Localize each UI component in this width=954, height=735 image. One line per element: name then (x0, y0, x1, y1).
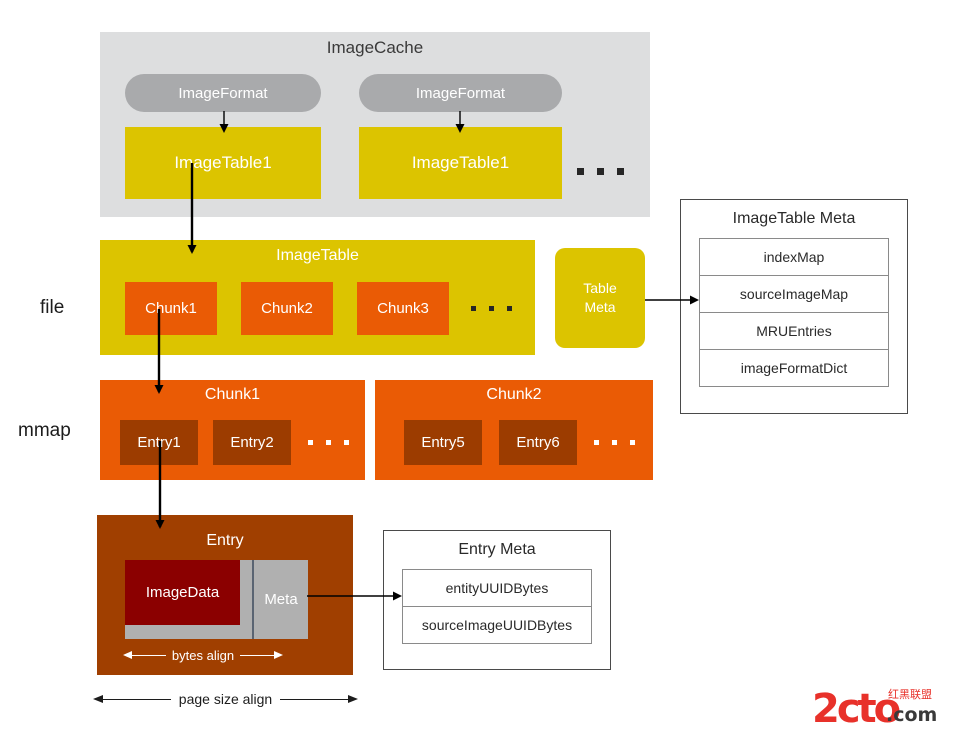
chunk-box-3-label: Chunk3 (377, 300, 429, 317)
entry-box-5: Entry5 (404, 420, 482, 465)
meta-row-sourceimagemap: sourceImageMap (700, 276, 888, 313)
mmap-chunk-2: Chunk2 Entry5 Entry6 (375, 380, 653, 480)
entry-meta-block: Meta (254, 560, 308, 639)
diagram-canvas: file mmap ImageCache ImageFormat ImageFo… (0, 0, 954, 735)
imagecache-title: ImageCache (326, 38, 424, 57)
entry-box-2: Entry2 (213, 420, 291, 465)
imagetable-meta-title: ImageTable Meta (732, 210, 856, 227)
watermark-chinese: 红黑联盟 (888, 688, 932, 701)
imagecache-ellipsis (577, 168, 624, 175)
chunk-box-2-label: Chunk2 (261, 300, 313, 317)
imagetable-container: ImageTable Chunk1 Chunk2 Chunk3 (100, 240, 535, 355)
imagetable-title: ImageTable (276, 247, 359, 264)
chunk-box-1-label: Chunk1 (145, 300, 197, 317)
entry-meta-title: Entry Meta (458, 541, 536, 558)
meta-row-entityuuidbytes: entityUUIDBytes (403, 570, 591, 607)
table-meta-box: Table Meta (555, 248, 645, 348)
mmap-chunk-1-ellipsis (308, 440, 349, 445)
imageformat-pill-2: ImageFormat (359, 74, 562, 112)
entry-box-1-label: Entry1 (137, 434, 181, 451)
watermark-domain: .com (886, 704, 938, 726)
entry-box-6-label: Entry6 (516, 434, 560, 451)
imagecache-container: ImageCache ImageFormat ImageFormat Image… (100, 32, 650, 217)
table-meta-line2: Meta (584, 299, 616, 315)
entry-box-1: Entry1 (120, 420, 198, 465)
entry-box-2-label: Entry2 (230, 434, 274, 451)
entry-box-6: Entry6 (499, 420, 577, 465)
imageformat-pill-2-label: ImageFormat (415, 84, 506, 102)
imagetable-meta-panel: ImageTable Meta indexMap sourceImageMap … (680, 199, 908, 414)
imageformat-pill-1-label: ImageFormat (178, 84, 268, 102)
page-align-arrow-left (93, 695, 103, 703)
mmap-chunk-2-ellipsis (594, 440, 635, 445)
mmap-chunk-2-title: Chunk2 (486, 386, 542, 403)
label-file: file (40, 297, 65, 318)
meta-row-sourceimageuuidbytes: sourceImageUUIDBytes (421, 617, 573, 633)
meta-row-mruentries: MRUEntries (700, 313, 888, 350)
entry-meta-panel: Entry Meta entityUUIDBytes sourceImageUU… (383, 530, 611, 670)
imagetable1-box-1-label: ImageTable1 (174, 153, 272, 172)
imagedata-label: ImageData (145, 584, 220, 601)
chunk-box-3: Chunk3 (357, 282, 449, 335)
bytes-align-arrow-left (123, 651, 132, 659)
bytes-align-arrow-right (274, 651, 283, 659)
entry-detail-title: Entry (206, 532, 244, 549)
entry-meta-rows: entityUUIDBytes sourceImageUUIDBytes (402, 569, 592, 644)
page-align-label: page size align (170, 691, 281, 707)
meta-row-imageformatdict: imageFormatDict (740, 360, 848, 376)
imageformat-pill-1: ImageFormat (125, 74, 321, 112)
mmap-chunk-1: Chunk1 Entry1 Entry2 (100, 380, 365, 480)
watermark: 2cto 红黑联盟 .com (812, 684, 944, 732)
table-meta-line1: Table (583, 280, 617, 297)
imagedata-block: ImageData (125, 560, 240, 625)
imagetable-ellipsis (471, 306, 512, 311)
meta-row-indexmap: indexMap (700, 239, 888, 276)
bytes-align-measure: bytes align (123, 645, 283, 665)
chunk-box-1: Chunk1 (125, 282, 217, 335)
mmap-chunk-1-title: Chunk1 (204, 386, 261, 403)
chunk-box-2: Chunk2 (241, 282, 333, 335)
page-align-arrow-right (348, 695, 358, 703)
imagetable1-box-1: ImageTable1 (125, 127, 321, 199)
imagetable1-box-2: ImageTable1 (359, 127, 562, 199)
imagetable1-box-2-label: ImageTable1 (411, 153, 510, 172)
entry-detail-box: Entry ImageData Meta bytes align (97, 515, 353, 675)
label-mmap: mmap (18, 420, 71, 441)
entry-meta-block-label: Meta (264, 591, 298, 608)
page-size-align-measure: page size align (93, 688, 358, 710)
bytes-align-label: bytes align (165, 647, 241, 663)
entry-box-5-label: Entry5 (421, 434, 465, 451)
imagetable-meta-rows: indexMap sourceImageMap MRUEntries image… (699, 238, 889, 387)
